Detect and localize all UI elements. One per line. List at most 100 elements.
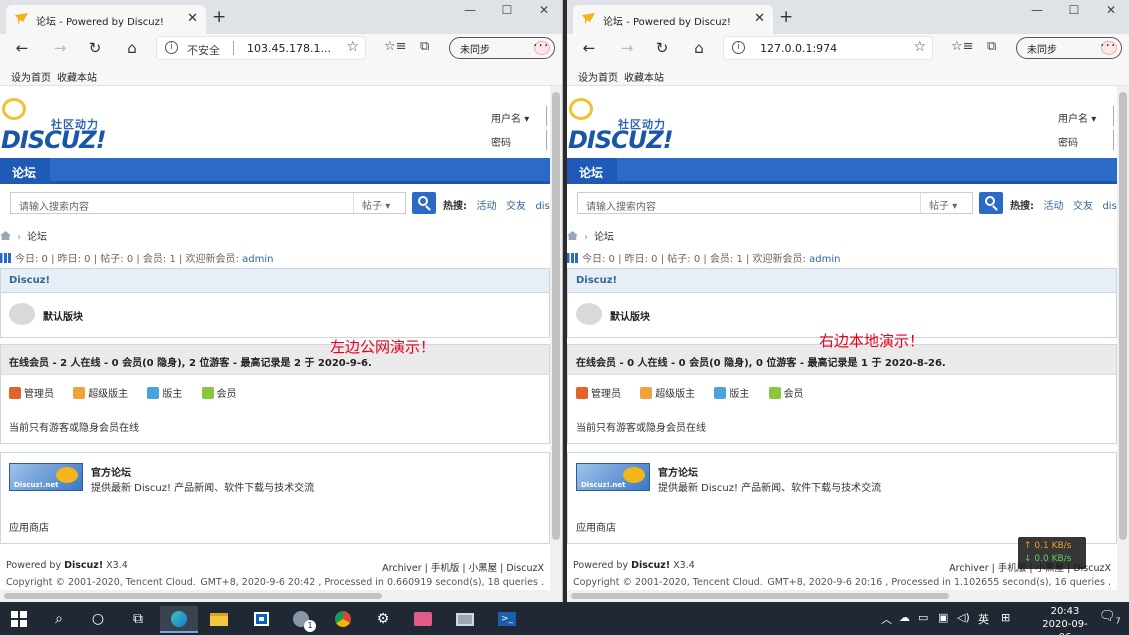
site-info-icon[interactable]: i — [165, 41, 178, 54]
online-note: 当前只有游客或隐身会员在线 — [576, 423, 706, 434]
newest-member-link[interactable]: admin — [242, 254, 273, 265]
refresh-icon[interactable]: ↻ — [652, 38, 672, 58]
home-icon[interactable] — [567, 231, 578, 240]
favorite-bookmark-site[interactable]: 收藏本站 — [624, 69, 664, 84]
refresh-icon[interactable]: ↻ — [85, 38, 105, 58]
app-icon[interactable] — [404, 606, 442, 633]
people-icon[interactable]: 1 — [282, 606, 320, 633]
vertical-scrollbar[interactable] — [1117, 86, 1129, 602]
breadcrumb-forum[interactable]: 论坛 — [27, 232, 47, 243]
url-text[interactable]: 127.0.0.1:974 — [760, 42, 837, 55]
stats-chart-icon[interactable] — [0, 253, 11, 263]
tab-close-icon[interactable]: ✕ — [754, 11, 765, 26]
edge-browser-icon[interactable] — [160, 606, 198, 633]
hot-link-friends[interactable]: 交友 — [1073, 201, 1093, 212]
address-bar[interactable]: i 127.0.0.1:974 ☆ — [723, 36, 933, 60]
official-forum-link[interactable]: 官方论坛 — [91, 464, 131, 479]
volume-icon[interactable]: ◁) — [957, 611, 970, 624]
collections-icon[interactable]: ⧉ — [420, 39, 429, 54]
discuz-logo[interactable]: 社区动力 DISCUZ! — [567, 96, 697, 156]
search-type-select[interactable]: 帖子 ▾ — [920, 193, 972, 213]
url-text[interactable]: 103.45.178.1... — [247, 42, 331, 55]
stats-chart-icon[interactable] — [567, 253, 578, 263]
favorite-set-home[interactable]: 设为首页 — [578, 69, 618, 84]
discuz-net-badge[interactable]: Discuz!.net — [9, 463, 83, 491]
tab-close-icon[interactable]: ✕ — [187, 11, 198, 26]
nav-item-forum[interactable]: 论坛 — [0, 158, 50, 184]
favorite-star-icon[interactable]: ☆ — [346, 39, 359, 55]
home-icon[interactable]: ⌂ — [689, 38, 709, 58]
horizontal-scrollbar[interactable] — [567, 590, 1117, 602]
maximize-icon[interactable]: ☐ — [497, 3, 517, 17]
footer-links[interactable]: Archiver | 手机版 | 小黑屋 | DiscuzX — [382, 560, 544, 574]
settings-gear-icon[interactable]: ⚙ — [364, 606, 402, 633]
forum-name[interactable]: 默认版块 — [43, 308, 83, 323]
search-input[interactable]: 请输入搜索内容 帖子 ▾ — [10, 192, 406, 214]
start-windows-icon[interactable] — [0, 606, 38, 633]
collections-icon[interactable]: ⧉ — [987, 39, 996, 54]
address-bar[interactable]: i 不安全 103.45.178.1... ☆ — [156, 36, 366, 60]
minimize-icon[interactable]: — — [460, 3, 480, 17]
horizontal-scrollbar[interactable] — [0, 590, 550, 602]
new-tab-icon[interactable]: + — [779, 7, 793, 27]
app-shop-link[interactable]: 应用商店 — [9, 519, 49, 534]
search-type-select[interactable]: 帖子 ▾ — [353, 193, 405, 213]
more-menu-icon[interactable]: ··· — [1100, 38, 1116, 54]
tray-chevron-icon[interactable]: ︿ — [881, 611, 892, 627]
browser-tab[interactable]: 论坛 - Powered by Discuz! ✕ — [6, 5, 206, 34]
browser-tab[interactable]: 论坛 - Powered by Discuz! ✕ — [573, 5, 773, 34]
newest-member-link[interactable]: admin — [809, 254, 840, 265]
cortana-icon[interactable]: ○ — [79, 606, 117, 633]
app-shop-link[interactable]: 应用商店 — [576, 519, 616, 534]
new-tab-icon[interactable]: + — [212, 7, 226, 27]
home-icon[interactable] — [0, 231, 11, 240]
search-button[interactable] — [979, 192, 1003, 214]
file-explorer-icon[interactable] — [200, 606, 238, 633]
close-window-icon[interactable]: ✕ — [534, 3, 554, 17]
category-title[interactable]: Discuz! — [1, 269, 549, 293]
forum-name[interactable]: 默认版块 — [610, 308, 650, 323]
search-input[interactable]: 请输入搜索内容 帖子 ▾ — [577, 192, 973, 214]
forward-icon[interactable]: → — [617, 38, 637, 58]
back-icon[interactable]: ← — [579, 38, 599, 58]
powershell-icon[interactable]: >_ — [488, 606, 526, 633]
forward-icon[interactable]: → — [50, 38, 70, 58]
official-forum-link[interactable]: 官方论坛 — [658, 464, 698, 479]
more-menu-icon[interactable]: ··· — [533, 38, 549, 54]
forum-stats: 今日: 0 | 昨日: 0 | 帖子: 0 | 会员: 1 | 欢迎新会员: a… — [567, 250, 840, 265]
search-button[interactable] — [412, 192, 436, 214]
remote-desktop-icon[interactable] — [446, 606, 484, 633]
onedrive-icon[interactable]: ▭ — [918, 611, 928, 624]
favorites-icon[interactable]: ☆≡ — [384, 39, 407, 54]
discuz-logo[interactable]: 社区动力 DISCUZ! — [0, 96, 130, 156]
keyboard-grid-icon[interactable]: ⊞ — [1001, 611, 1010, 624]
site-info-icon[interactable]: i — [732, 41, 745, 54]
network-icon[interactable]: ▣ — [938, 611, 948, 624]
ime-indicator[interactable]: 英 — [978, 611, 989, 627]
home-icon[interactable]: ⌂ — [122, 38, 142, 58]
discuz-net-badge[interactable]: Discuz!.net — [576, 463, 650, 491]
search-icon[interactable]: ⌕ — [40, 606, 78, 633]
vertical-scrollbar[interactable] — [550, 86, 562, 602]
breadcrumb-forum[interactable]: 论坛 — [594, 232, 614, 243]
online-title[interactable]: 在线会员 - 2 人在线 - 0 会员(0 隐身), 2 位游客 - 最高记录是… — [1, 345, 549, 375]
category-title[interactable]: Discuz! — [568, 269, 1116, 293]
hot-link-activity[interactable]: 活动 — [476, 201, 496, 212]
notification-icon[interactable]: 🗨7 — [1099, 609, 1121, 626]
store-icon[interactable] — [242, 606, 280, 633]
task-view-icon[interactable]: ⧉ — [119, 606, 157, 633]
favorite-star-icon[interactable]: ☆ — [913, 39, 926, 55]
maximize-icon[interactable]: ☐ — [1064, 3, 1084, 17]
favorite-bookmark-site[interactable]: 收藏本站 — [57, 69, 97, 84]
clock[interactable]: 20:43 2020-09-06 — [1040, 605, 1090, 635]
favorites-icon[interactable]: ☆≡ — [951, 39, 974, 54]
nav-item-forum[interactable]: 论坛 — [567, 158, 617, 184]
cloud-icon[interactable]: ☁ — [899, 611, 910, 624]
hot-link-friends[interactable]: 交友 — [506, 201, 526, 212]
back-icon[interactable]: ← — [12, 38, 32, 58]
favorite-set-home[interactable]: 设为首页 — [11, 69, 51, 84]
hot-link-activity[interactable]: 活动 — [1043, 201, 1063, 212]
close-window-icon[interactable]: ✕ — [1101, 3, 1121, 17]
chrome-icon[interactable] — [324, 606, 362, 633]
minimize-icon[interactable]: — — [1027, 3, 1047, 17]
